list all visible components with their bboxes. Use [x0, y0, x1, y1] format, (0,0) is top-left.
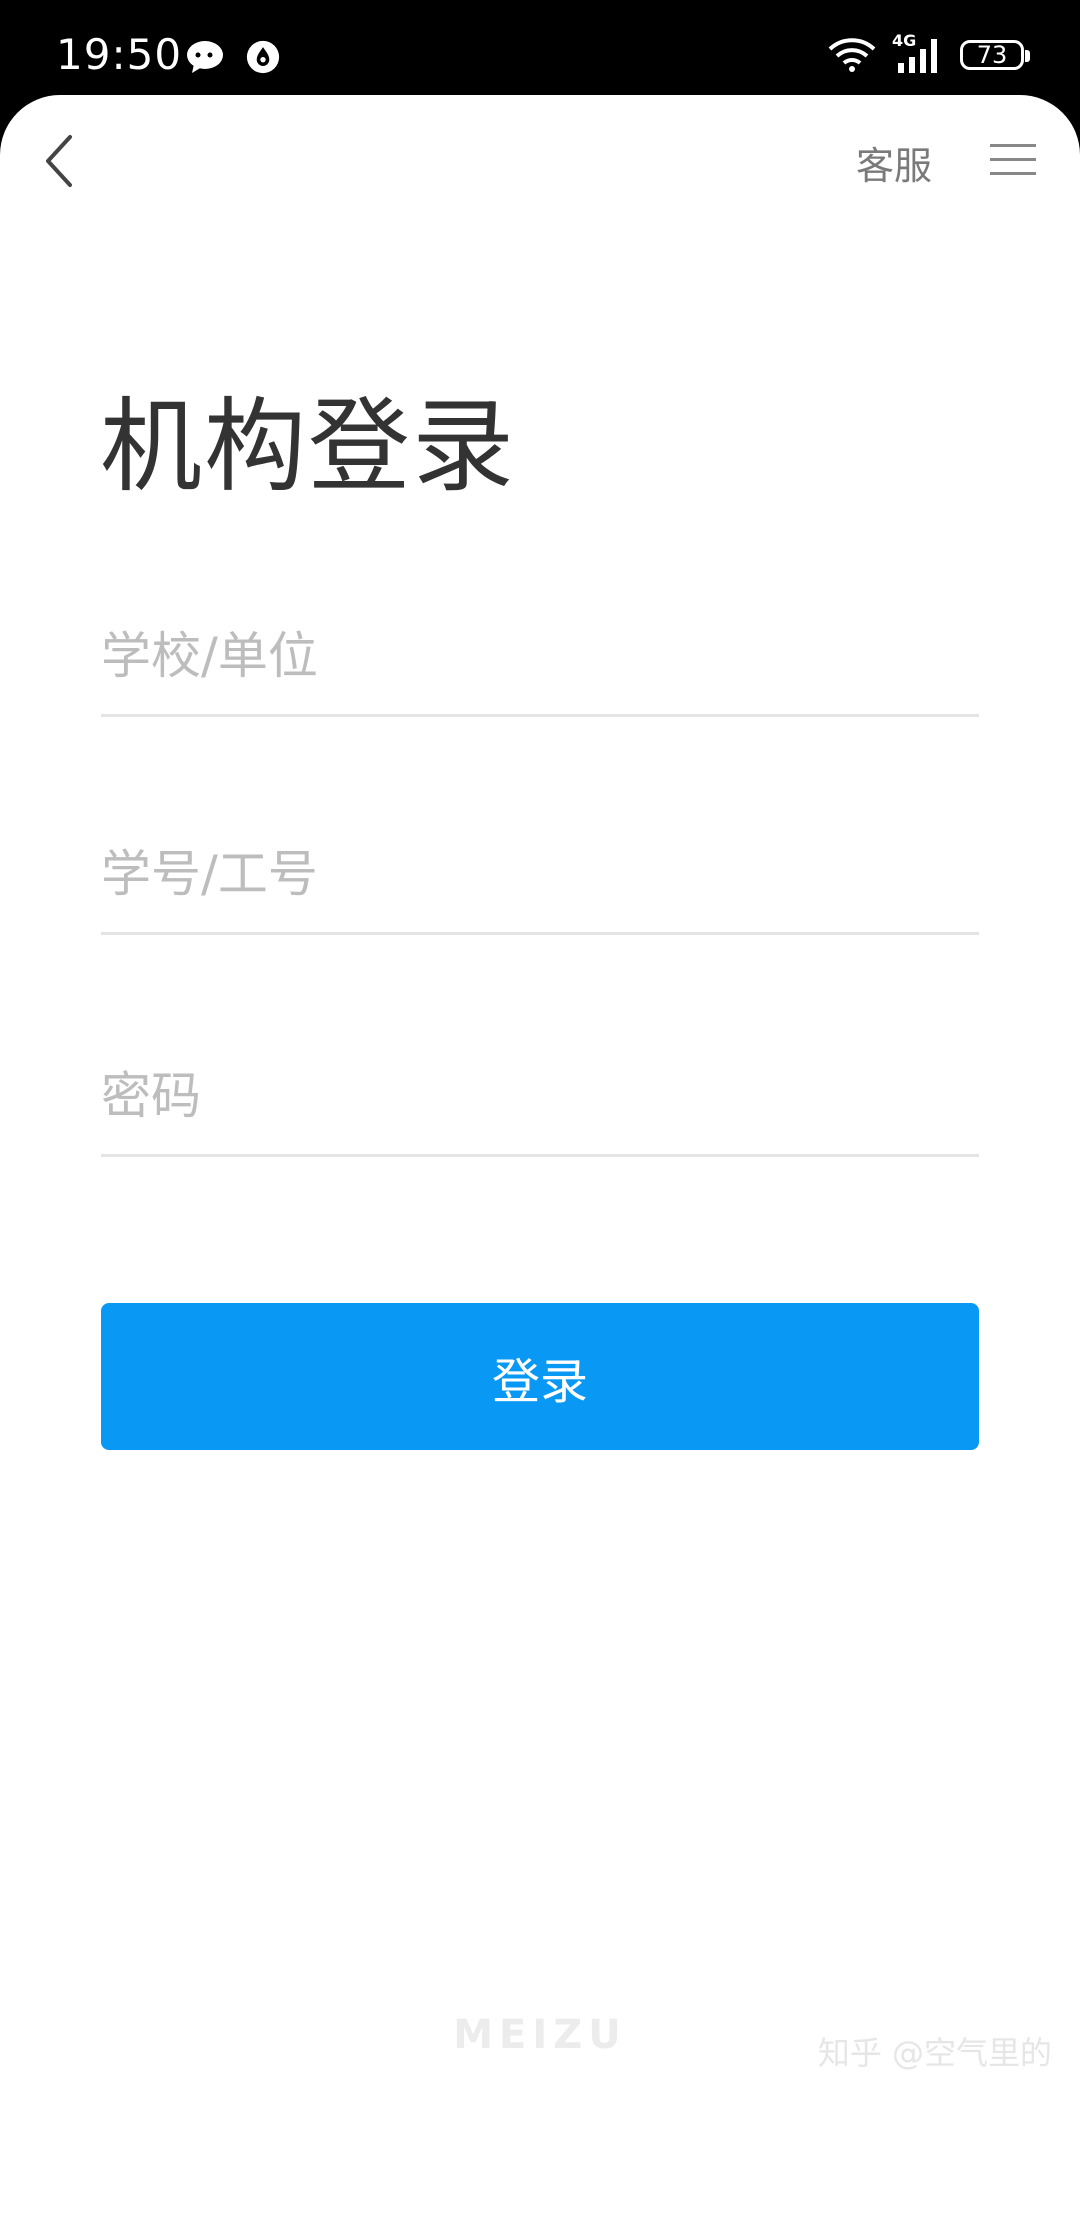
signal-group: 4G [892, 31, 944, 75]
wifi-icon [828, 38, 876, 72]
id-field [101, 815, 979, 935]
login-button[interactable]: 登录 [101, 1303, 979, 1450]
status-time: 19:50 [56, 30, 183, 79]
watermark: 知乎 @空气里的 [817, 2034, 1052, 2072]
customer-service-link[interactable]: 客服 [856, 135, 932, 190]
password-field [101, 1037, 979, 1157]
app-surface: 客服 机构登录 登录 [0, 95, 1080, 2220]
chat-icon [187, 41, 223, 73]
battery-level: 73 [976, 41, 1008, 69]
status-right: 4G 73 [828, 31, 1030, 78]
page-title: 机构登录 [100, 388, 516, 507]
student-id-input[interactable] [101, 815, 979, 932]
chevron-left-icon[interactable] [40, 131, 80, 191]
network-type: 4G [892, 31, 917, 50]
status-bar: 19:50 4G 73 [0, 0, 1080, 96]
droplet-icon [246, 40, 280, 74]
battery-icon: 73 [960, 40, 1030, 70]
school-input[interactable] [101, 597, 979, 714]
menu-icon[interactable] [990, 143, 1036, 177]
school-field [101, 597, 979, 717]
password-input[interactable] [101, 1037, 979, 1154]
